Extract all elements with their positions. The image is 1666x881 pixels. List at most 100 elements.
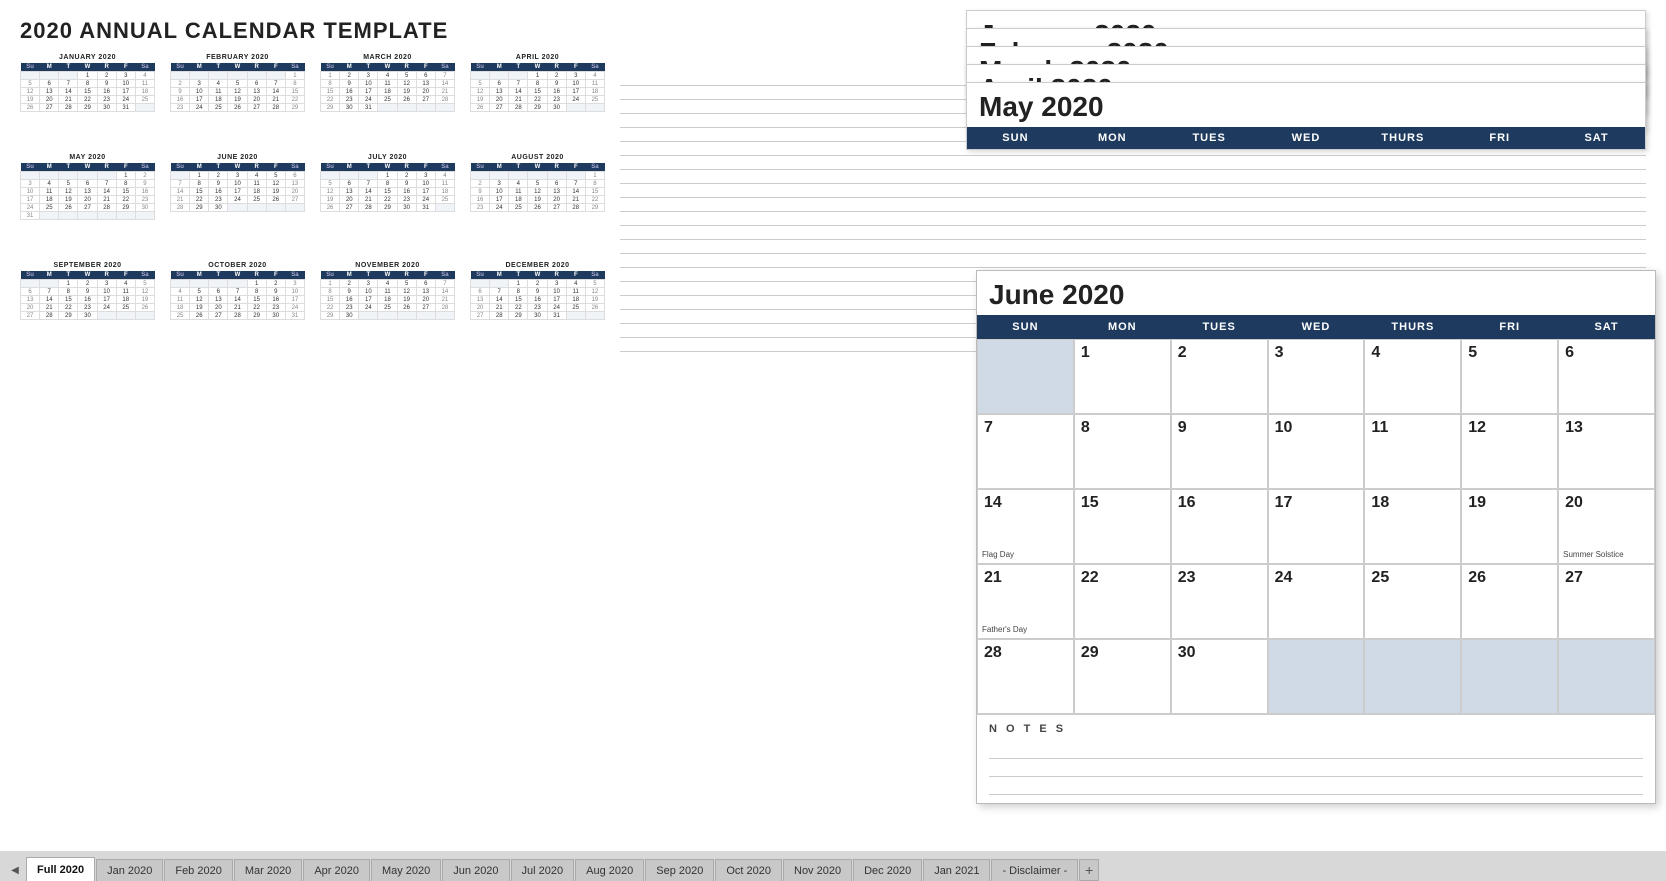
tab-apr-2020[interactable]: Apr 2020 [303, 859, 370, 881]
tab-nov-2020[interactable]: Nov 2020 [783, 859, 852, 881]
cal-cell [209, 280, 228, 288]
cal-cell [585, 312, 604, 320]
cal-cell: 26 [190, 312, 209, 320]
cal-cell: 2 [135, 172, 154, 180]
cal-cell: 18 [378, 88, 397, 96]
june-notes-lines [989, 741, 1643, 795]
cal-cell: 7 [97, 180, 116, 188]
cal-cell: 13 [340, 188, 359, 196]
cal-cell: 20 [471, 304, 490, 312]
cal-cell [266, 72, 285, 80]
june-cell: 27 [1558, 564, 1655, 639]
tab-jul-2020[interactable]: Jul 2020 [511, 859, 575, 881]
stacked-month-title: May 2020 [967, 83, 1645, 127]
day-header: F [266, 63, 285, 72]
cal-cell: 5 [397, 280, 416, 288]
cal-cell: 30 [209, 204, 228, 212]
cal-cell: 26 [21, 104, 40, 112]
cal-cell: 2 [547, 72, 566, 80]
tab-full-2020[interactable]: Full 2020 [26, 857, 95, 881]
cal-cell: 22 [285, 96, 304, 104]
add-tab-button[interactable]: + [1079, 859, 1099, 881]
cal-cell: 1 [116, 172, 135, 180]
cal-cell: 3 [490, 180, 509, 188]
tab-mar-2020[interactable]: Mar 2020 [234, 859, 302, 881]
day-header: Sa [135, 63, 154, 72]
cal-cell: 17 [97, 296, 116, 304]
cal-cell: 4 [585, 72, 604, 80]
june-cell [1268, 639, 1365, 714]
day-header: T [359, 163, 378, 172]
day-header: M [40, 163, 59, 172]
cal-cell: 16 [209, 188, 228, 196]
cal-cell: 3 [228, 172, 247, 180]
cal-cell: 9 [209, 180, 228, 188]
day-header: Sa [585, 163, 604, 172]
day-header: W [78, 163, 97, 172]
june-day-number: 8 [1081, 419, 1090, 436]
tab-may-2020[interactable]: May 2020 [371, 859, 441, 881]
june-cell: 7 [977, 414, 1074, 489]
tab-feb-2020[interactable]: Feb 2020 [164, 859, 232, 881]
cal-cell: 4 [378, 72, 397, 80]
cal-cell [435, 204, 454, 212]
cal-cell: 21 [566, 196, 585, 204]
cal-cell: 22 [509, 304, 528, 312]
tab-aug-2020[interactable]: Aug 2020 [575, 859, 644, 881]
tab-jan-2020[interactable]: Jan 2020 [96, 859, 163, 881]
tab-jan-2021[interactable]: Jan 2021 [923, 859, 990, 881]
cal-cell: 5 [266, 172, 285, 180]
mini-cal-title: FEBRUARY 2020 [170, 54, 305, 61]
day-header: M [490, 63, 509, 72]
june-day-number: 14 [984, 494, 1002, 511]
cal-cell: 16 [171, 96, 190, 104]
cal-cell: 3 [97, 280, 116, 288]
cal-cell: 29 [247, 312, 266, 320]
tab-oct-2020[interactable]: Oct 2020 [715, 859, 782, 881]
day-header: T [509, 163, 528, 172]
tab-scroll-left[interactable]: ◀ [5, 859, 25, 881]
note-line [620, 198, 1646, 212]
cal-cell: 6 [21, 288, 40, 296]
tab-sep-2020[interactable]: Sep 2020 [645, 859, 714, 881]
cal-cell: 23 [471, 204, 490, 212]
june-day-header: MON [1074, 315, 1171, 339]
tab-jun-2020[interactable]: Jun 2020 [442, 859, 509, 881]
june-day-number: 4 [1371, 344, 1380, 361]
cal-cell: 10 [490, 188, 509, 196]
june-day-number: 25 [1371, 569, 1389, 586]
june-event-label: Father's Day [982, 625, 1027, 634]
cal-cell: 16 [471, 196, 490, 204]
cal-cell: 10 [97, 288, 116, 296]
cal-cell: 14 [566, 188, 585, 196]
cal-cell: 21 [359, 196, 378, 204]
june-day-number: 28 [984, 644, 1002, 661]
cal-cell: 22 [78, 96, 97, 104]
june-day-header: SUN [977, 315, 1074, 339]
mini-cal-june-2020: JUNE 2020SuMTWRFSa1234567891011121314151… [170, 154, 305, 252]
day-header: Sa [585, 271, 604, 280]
june-cell: 4 [1364, 339, 1461, 414]
cal-cell [585, 104, 604, 112]
june-cell: 24 [1268, 564, 1365, 639]
cal-cell: 19 [528, 196, 547, 204]
day-header: F [566, 163, 585, 172]
cal-cell: 19 [21, 96, 40, 104]
cal-cell [471, 280, 490, 288]
cal-cell: 20 [247, 96, 266, 104]
cal-cell: 31 [285, 312, 304, 320]
cal-cell: 25 [509, 204, 528, 212]
cal-cell: 13 [547, 188, 566, 196]
cal-cell: 28 [266, 104, 285, 112]
mini-cal-march-2020: MARCH 2020SuMTWRFSa123456789101112131415… [320, 54, 455, 144]
cal-cell: 3 [21, 180, 40, 188]
cal-cell: 11 [135, 80, 154, 88]
tab-dec-2020[interactable]: Dec 2020 [853, 859, 922, 881]
june-day-number: 16 [1178, 494, 1196, 511]
tab---disclaimer--[interactable]: - Disclaimer - [991, 859, 1078, 881]
day-header: M [190, 63, 209, 72]
cal-cell [190, 280, 209, 288]
cal-cell: 2 [78, 280, 97, 288]
cal-cell: 16 [397, 188, 416, 196]
cal-cell: 19 [228, 96, 247, 104]
